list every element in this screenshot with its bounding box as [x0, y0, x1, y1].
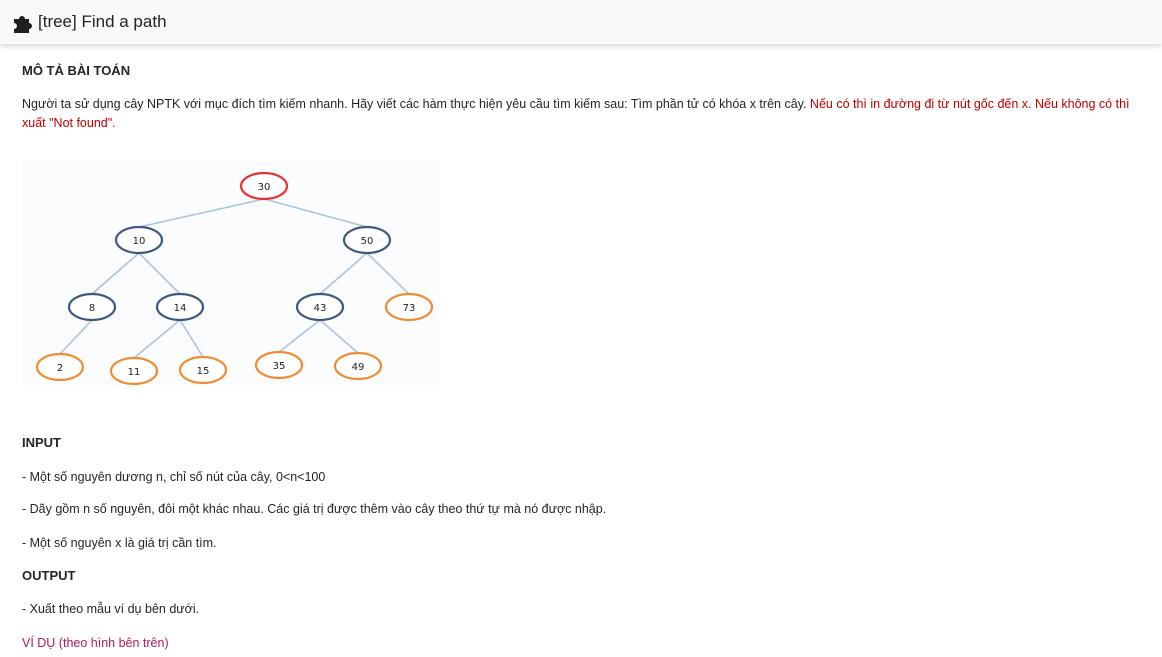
diagram-background	[22, 161, 440, 385]
tree-node: 14	[155, 292, 205, 322]
input-line: - Dãy gồm n số nguyên, đôi một khác nhau…	[22, 502, 607, 516]
svg-text:8: 8	[89, 303, 95, 314]
description-heading: MÔ TẢ BÀI TOÁN	[22, 63, 131, 78]
svg-text:30: 30	[258, 182, 271, 193]
svg-text:50: 50	[361, 236, 374, 247]
tree-node: 49	[333, 351, 383, 381]
svg-text:10: 10	[133, 236, 146, 247]
tree-node: 2	[35, 352, 85, 382]
example-label: VÍ DỤ (theo hình bên trên)	[22, 636, 169, 650]
bst-diagram: 30 10 50 8 14 43 73 2 11 15 35 49	[22, 161, 440, 386]
page-title: [tree] Find a path	[38, 12, 167, 31]
svg-text:35: 35	[273, 361, 286, 372]
description-text: Người ta sử dụng cây NPTK với mục đích t…	[22, 95, 1156, 133]
tree-node: 73	[384, 292, 434, 322]
svg-text:2: 2	[57, 363, 63, 374]
svg-text:49: 49	[352, 362, 365, 373]
svg-text:73: 73	[403, 303, 416, 314]
input-line: - Một số nguyên x là giá trị cần tìm.	[22, 536, 217, 550]
tree-node: 11	[109, 356, 159, 386]
input-heading: INPUT	[22, 435, 61, 450]
svg-text:11: 11	[128, 367, 141, 378]
output-line: - Xuất theo mẫu ví dụ bên dưới.	[22, 602, 200, 616]
tree-node: 35	[254, 350, 304, 380]
tree-node: 50	[342, 225, 392, 255]
tree-node: 43	[295, 292, 345, 322]
svg-text:43: 43	[314, 303, 327, 314]
output-heading: OUTPUT	[22, 568, 76, 583]
description-black: Người ta sử dụng cây NPTK với mục đích t…	[22, 97, 810, 111]
puzzle-piece-icon	[10, 9, 36, 35]
tree-node: 15	[178, 355, 228, 385]
top-bar: [tree] Find a path	[0, 0, 1162, 44]
svg-text:15: 15	[197, 366, 210, 377]
tree-node: 10	[114, 225, 164, 255]
svg-text:14: 14	[174, 303, 187, 314]
tree-node: 30	[239, 171, 289, 201]
tree-node: 8	[67, 292, 117, 322]
input-line: - Một số nguyên dương n, chỉ số nút của …	[22, 470, 326, 484]
